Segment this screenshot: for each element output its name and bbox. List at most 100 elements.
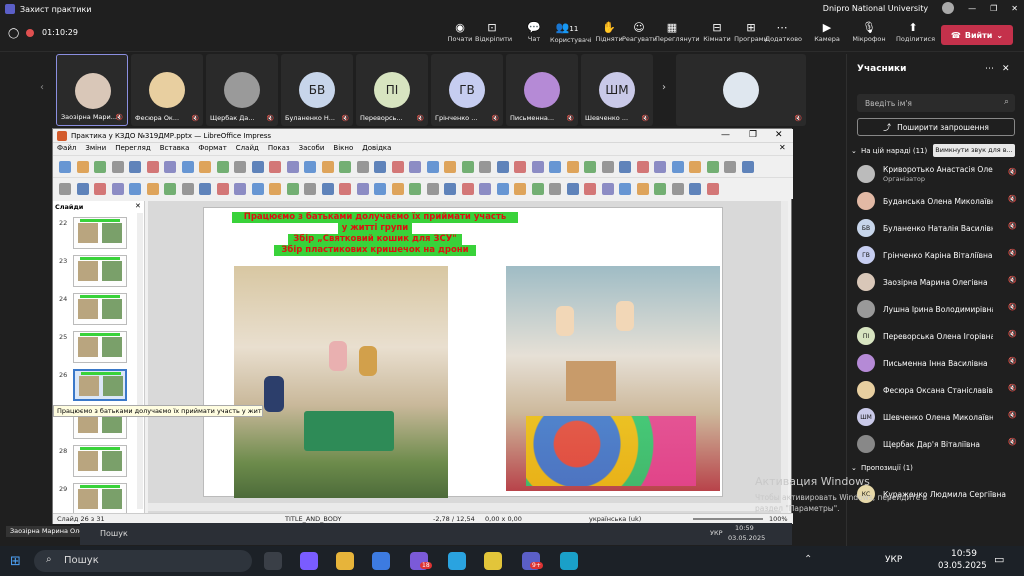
clock-date[interactable]: 03.05.2025 (938, 561, 987, 571)
video-tile[interactable]: Фесюра Ок... 🔇 (131, 54, 203, 126)
restore-icon[interactable]: ❐ (990, 4, 997, 13)
toolbar-icon[interactable] (706, 183, 719, 195)
toolbar-people-button[interactable]: 👥11 Користувачі (550, 21, 592, 44)
slide-thumbnail[interactable] (73, 331, 127, 363)
slide-thumbnail[interactable] (73, 445, 127, 477)
mic-off-icon[interactable]: 🔇 (1008, 357, 1017, 365)
toolbar-icon[interactable] (129, 161, 141, 173)
mic-off-icon[interactable]: 🔇 (1008, 168, 1017, 176)
toolbar-icon[interactable] (444, 183, 456, 195)
participant-row[interactable]: БВ Буланенко Наталія Василівна 🔇 (857, 216, 1017, 240)
toolbar-icon[interactable] (671, 161, 684, 173)
toolbar-apps-button[interactable]: ⊞ Програми (734, 21, 768, 43)
toolbar-icon[interactable] (269, 183, 281, 195)
slide-thumbnail[interactable] (73, 255, 127, 287)
toolbar-icon[interactable] (479, 161, 491, 173)
toolbar-icon[interactable] (76, 161, 89, 173)
toolbar-icon[interactable] (234, 161, 246, 173)
toolbar-icon[interactable] (619, 183, 631, 195)
video-tile[interactable]: Письменна... 🔇 (506, 54, 578, 126)
video-tile[interactable]: ПІ Переворсь... 🔇 (356, 54, 428, 126)
mic-off-icon[interactable]: 🔇 (1008, 303, 1017, 311)
mute-all-button[interactable]: Вимкнути звук для в... (933, 144, 1015, 157)
toolbar-icon[interactable] (146, 183, 159, 195)
toolbar-icon[interactable] (76, 183, 89, 195)
menu-item[interactable]: Засоби (299, 144, 325, 152)
notification-icon[interactable]: ▭ (994, 553, 1004, 566)
restore-icon[interactable]: ❐ (749, 130, 757, 140)
toolbar-icon[interactable] (391, 183, 404, 195)
menu-item[interactable]: Слайд (236, 144, 259, 152)
toolbar-icon[interactable] (181, 183, 194, 195)
toolbar-icon[interactable] (566, 183, 579, 195)
leave-button[interactable]: ☎ Вийти ⌄ (941, 25, 1013, 45)
toolbar-icon[interactable] (199, 161, 211, 173)
gallery-next-icon[interactable]: › (662, 82, 666, 93)
canvas-hscrollbar[interactable] (148, 503, 781, 511)
toolbar-icon[interactable] (286, 183, 299, 195)
slide-26[interactable]: Працюємо з батьками долучаємо їх приймат… (203, 207, 723, 498)
mic-off-icon[interactable]: 🔇 (1008, 276, 1017, 284)
video-tile[interactable]: Заозірна Мари... 🔇 (56, 54, 128, 126)
toolbar-icon[interactable] (479, 183, 491, 195)
toolbar-more-button[interactable]: ⋯ Додатково (765, 21, 802, 43)
clock-time[interactable]: 10:59 (951, 549, 977, 559)
toolbar-icon[interactable] (374, 161, 386, 173)
slide-thumbnail[interactable] (73, 369, 127, 401)
toolbar-icon[interactable] (304, 161, 316, 173)
store-icon[interactable] (372, 552, 390, 570)
toolbar-icon[interactable] (619, 161, 631, 173)
video-tile[interactable]: ШМ Шевченко ... 🔇 (581, 54, 653, 126)
toolbar-icon[interactable] (601, 161, 614, 173)
toolbar-icon[interactable] (251, 161, 264, 173)
toolbar-icon[interactable] (111, 161, 124, 173)
toolbar-icon[interactable] (689, 183, 701, 195)
windows-start-icon[interactable]: ⊞ (10, 554, 21, 569)
participant-row[interactable]: Криворотько Анастасія Олекс...Організато… (857, 162, 1017, 186)
toolbar-icon[interactable] (636, 161, 649, 173)
toolbar-icon[interactable] (601, 183, 614, 195)
toolbar-icon[interactable] (59, 183, 71, 195)
menu-item[interactable]: Довідка (362, 144, 391, 152)
task-view-icon[interactable] (264, 552, 282, 570)
toolbar-icon[interactable] (216, 161, 229, 173)
slides-scrollbar[interactable] (137, 213, 143, 509)
close-icon[interactable]: ✕ (1011, 4, 1018, 13)
toolbar-icon[interactable] (549, 161, 561, 173)
toolbar-react-button[interactable]: ☺ Реагувати (622, 21, 657, 43)
taskbar-search[interactable]: ⌕ Пошук (34, 550, 252, 572)
menu-item[interactable]: Вставка (160, 144, 190, 152)
toolbar-icon[interactable] (234, 183, 246, 195)
toolbar-icon[interactable] (671, 183, 684, 195)
menu-item[interactable]: Показ (268, 144, 290, 152)
toolbar-icon[interactable] (514, 161, 526, 173)
toolbar-icon[interactable] (339, 161, 351, 173)
toolbar-icon[interactable] (461, 183, 474, 195)
toolbar-icon[interactable] (514, 183, 526, 195)
menu-item[interactable]: Формат (198, 144, 226, 152)
toolbar-icon[interactable] (531, 183, 544, 195)
copilot-icon[interactable] (300, 552, 318, 570)
mic-off-icon[interactable]: 🔇 (1008, 195, 1017, 203)
canvas-vscrollbar[interactable] (781, 201, 788, 513)
close-document-icon[interactable]: ✕ (779, 143, 786, 152)
slide-thumbnail[interactable] (73, 217, 127, 249)
participant-row[interactable]: Щербак Дар'я Віталіївна 🔇 (857, 432, 1017, 456)
toolbar-icon[interactable] (724, 161, 736, 173)
video-tile[interactable]: ГВ Грінченко ... 🔇 (431, 54, 503, 126)
toolbar-icon[interactable] (689, 161, 701, 173)
telegram-icon[interactable] (448, 552, 466, 570)
minimize-icon[interactable]: — (721, 130, 730, 140)
toolbar-icon[interactable] (461, 161, 474, 173)
toolbar-icon[interactable] (496, 161, 509, 173)
participant-row[interactable]: Лушна Ірина Володимирівна 🔇 (857, 297, 1017, 321)
toolbar-share-button[interactable]: ⬆ Поділитися (896, 21, 935, 43)
toolbar-icon[interactable] (706, 161, 719, 173)
toolbar-icon[interactable] (269, 161, 281, 173)
participant-row[interactable]: ПІ Переворська Олена Ігорівна 🔇 (857, 324, 1017, 348)
toolbar-icon[interactable] (321, 161, 334, 173)
chevron-down-icon[interactable]: ⌄ (851, 464, 857, 472)
toolbar-icon[interactable] (356, 183, 369, 195)
edge-icon[interactable] (560, 552, 578, 570)
toolbar-icon[interactable] (339, 183, 351, 195)
